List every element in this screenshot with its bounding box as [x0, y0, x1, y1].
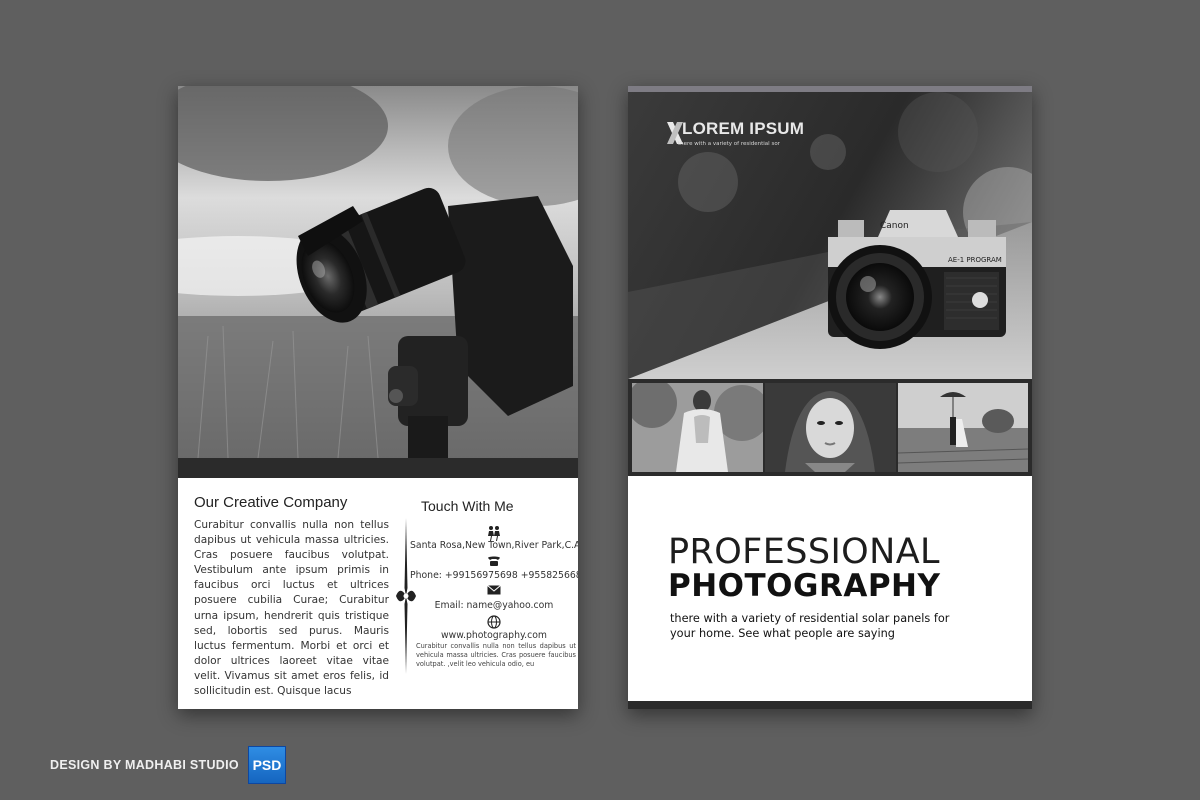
- camera-model-label: AE-1 PROGRAM: [948, 256, 1002, 264]
- camera-brand-label: Canon: [880, 221, 909, 231]
- thumbnail-couple-photo: [898, 383, 1028, 472]
- thumbnail-strip: [628, 379, 1032, 476]
- hero-camera-photo: Canon AE-1 PROGRAM LOREM IPSUM there wit…: [628, 92, 1032, 379]
- phone-text: Phone: +99156975698 +955825668: [410, 570, 578, 581]
- people-icon: [410, 525, 578, 541]
- company-description: Curabitur convallis nulla non tellus dap…: [194, 519, 389, 698]
- photo-divider-bar: [178, 458, 578, 478]
- design-credit: DESIGN BY MADHABI STUDIO: [50, 758, 239, 772]
- phone-icon: [410, 555, 578, 569]
- logo-text: LOREM IPSUM: [682, 119, 805, 138]
- flyer-back: Our Creative Company Curabitur convallis…: [178, 86, 578, 709]
- title-line-1: PROFESSIONAL: [668, 532, 940, 572]
- bottom-bar: [628, 701, 1032, 709]
- contact-small-text: Curabitur convallis nulla non tellus dap…: [416, 642, 576, 668]
- thumbnail-portrait-photo: [765, 383, 896, 472]
- address-text: Santa Rosa,New Town,River Park,C.A: [410, 540, 578, 551]
- contact-heading: Touch With Me: [421, 498, 514, 514]
- website-text: www.photography.com: [441, 630, 547, 641]
- title-line-2: PHOTOGRAPHY: [668, 568, 941, 604]
- front-description: there with a variety of residential sola…: [670, 612, 950, 640]
- thumbnail-bride-photo: [632, 383, 763, 472]
- envelope-icon: [410, 585, 578, 599]
- company-heading: Our Creative Company: [194, 494, 348, 511]
- contact-list: Santa Rosa,New Town,River Park,C.A Phone…: [410, 522, 578, 642]
- psd-badge: PSD: [248, 746, 286, 784]
- flyer-front: Canon AE-1 PROGRAM LOREM IPSUM there wit…: [628, 86, 1032, 709]
- camera-tripod-photo: [178, 86, 578, 458]
- globe-icon: [410, 615, 578, 629]
- email-text: Email: name@yahoo.com: [434, 600, 554, 611]
- logo-subtext: there with a variety of residential sor: [678, 141, 780, 147]
